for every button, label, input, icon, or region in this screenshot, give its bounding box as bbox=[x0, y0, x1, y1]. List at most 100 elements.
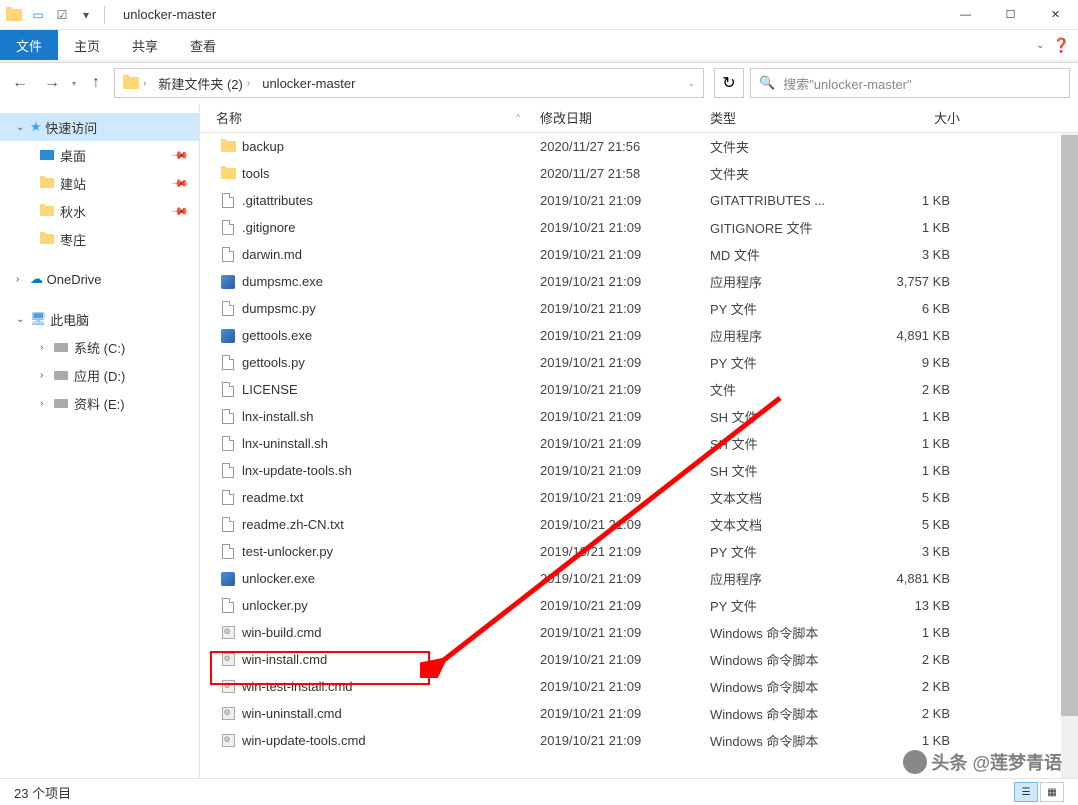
chevron-right-icon[interactable]: › bbox=[16, 274, 28, 285]
file-row[interactable]: LICENSE2019/10/21 21:09文件2 KB bbox=[200, 376, 1078, 403]
cmd-icon bbox=[220, 706, 236, 722]
forward-button[interactable]: → bbox=[40, 71, 64, 95]
folder-icon bbox=[40, 206, 54, 216]
file-row[interactable]: backup2020/11/27 21:56文件夹 bbox=[200, 133, 1078, 160]
qat-checkbox-icon[interactable]: ☑ bbox=[52, 5, 72, 25]
titlebar: ▭ ☑ ▾ unlocker-master — ☐ ✕ bbox=[0, 0, 1078, 30]
tab-view[interactable]: 查看 bbox=[174, 30, 232, 60]
file-type: MD 文件 bbox=[700, 245, 860, 264]
folder-icon bbox=[4, 5, 24, 25]
file-type: SH 文件 bbox=[700, 434, 860, 453]
file-icon bbox=[220, 517, 236, 533]
file-row[interactable]: unlocker.exe2019/10/21 21:09应用程序4,881 KB bbox=[200, 565, 1078, 592]
nav-onedrive[interactable]: › ☁ OneDrive bbox=[0, 265, 199, 293]
file-row[interactable]: win-test-install.cmd2019/10/21 21:09Wind… bbox=[200, 673, 1078, 700]
sort-asc-icon: ^ bbox=[516, 113, 520, 122]
chevron-right-icon[interactable]: › bbox=[40, 370, 52, 381]
nav-qiushui[interactable]: 秋水 📌 bbox=[0, 197, 199, 225]
file-row[interactable]: .gitignore2019/10/21 21:09GITIGNORE 文件1 … bbox=[200, 214, 1078, 241]
nav-jianzhan[interactable]: 建站 📌 bbox=[0, 169, 199, 197]
file-name: .gitignore bbox=[242, 220, 295, 235]
file-row[interactable]: readme.txt2019/10/21 21:09文本文档5 KB bbox=[200, 484, 1078, 511]
view-icons-button[interactable]: ▦ bbox=[1040, 782, 1064, 802]
file-size: 1 KB bbox=[860, 463, 970, 478]
pin-icon: 📌 bbox=[171, 202, 190, 221]
file-date: 2019/10/21 21:09 bbox=[530, 490, 700, 505]
file-date: 2019/10/21 21:09 bbox=[530, 328, 700, 343]
chevron-right-icon[interactable]: › bbox=[40, 398, 52, 409]
ribbon-expand-icon[interactable]: ⌄ bbox=[1036, 40, 1044, 51]
refresh-button[interactable]: ↻ bbox=[714, 68, 744, 98]
address-bar[interactable]: › 新建文件夹 (2)› unlocker-master ⌄ bbox=[114, 68, 704, 98]
file-name: win-update-tools.cmd bbox=[242, 733, 366, 748]
breadcrumb-root-icon[interactable]: › bbox=[119, 77, 154, 89]
minimize-button[interactable]: — bbox=[943, 0, 988, 30]
nav-thispc[interactable]: ⌄ 🖥 此电脑 bbox=[0, 305, 199, 333]
nav-quick-access[interactable]: ⌄ ★ 快速访问 bbox=[0, 113, 199, 141]
nav-drive-d[interactable]: › 应用 (D:) bbox=[0, 361, 199, 389]
file-date: 2020/11/27 21:58 bbox=[530, 166, 700, 181]
file-date: 2019/10/21 21:09 bbox=[530, 571, 700, 586]
col-type[interactable]: 类型 bbox=[700, 108, 860, 127]
col-size[interactable]: 大小 bbox=[860, 108, 970, 127]
drive-icon bbox=[54, 343, 68, 352]
file-icon bbox=[220, 247, 236, 263]
tab-file[interactable]: 文件 bbox=[0, 30, 58, 60]
col-name[interactable]: 名称^ bbox=[200, 108, 530, 127]
tab-share[interactable]: 共享 bbox=[116, 30, 174, 60]
breadcrumb-1[interactable]: unlocker-master bbox=[258, 76, 359, 91]
folder-icon bbox=[220, 139, 236, 155]
tab-home[interactable]: 主页 bbox=[58, 30, 116, 60]
file-row[interactable]: .gitattributes2019/10/21 21:09GITATTRIBU… bbox=[200, 187, 1078, 214]
history-dropdown-icon[interactable]: ▾ bbox=[72, 79, 76, 88]
file-type: GITATTRIBUTES ... bbox=[700, 193, 860, 208]
file-name: dumpsmc.exe bbox=[242, 274, 323, 289]
file-name: lnx-uninstall.sh bbox=[242, 436, 328, 451]
search-input[interactable]: 🔍 搜索"unlocker-master" bbox=[750, 68, 1070, 98]
file-row[interactable]: lnx-install.sh2019/10/21 21:09SH 文件1 KB bbox=[200, 403, 1078, 430]
file-row[interactable]: readme.zh-CN.txt2019/10/21 21:09文本文档5 KB bbox=[200, 511, 1078, 538]
file-row[interactable]: unlocker.py2019/10/21 21:09PY 文件13 KB bbox=[200, 592, 1078, 619]
col-date[interactable]: 修改日期 bbox=[530, 108, 700, 127]
qat-save-icon[interactable]: ▭ bbox=[28, 5, 48, 25]
file-row[interactable]: gettools.exe2019/10/21 21:09应用程序4,891 KB bbox=[200, 322, 1078, 349]
nav-zaozhuang[interactable]: 枣庄 bbox=[0, 225, 199, 253]
chevron-right-icon[interactable]: › bbox=[40, 342, 52, 353]
chevron-down-icon[interactable]: ⌄ bbox=[16, 122, 28, 133]
file-row[interactable]: lnx-uninstall.sh2019/10/21 21:09SH 文件1 K… bbox=[200, 430, 1078, 457]
file-row[interactable]: gettools.py2019/10/21 21:09PY 文件9 KB bbox=[200, 349, 1078, 376]
ribbon-tabs: 文件 主页 共享 查看 ⌄ ❓ bbox=[0, 30, 1078, 60]
file-row[interactable]: test-unlocker.py2019/10/21 21:09PY 文件3 K… bbox=[200, 538, 1078, 565]
back-button[interactable]: ← bbox=[8, 71, 32, 95]
file-icon bbox=[220, 220, 236, 236]
chevron-down-icon[interactable]: ⌄ bbox=[16, 314, 28, 325]
file-row[interactable]: win-install.cmd2019/10/21 21:09Windows 命… bbox=[200, 646, 1078, 673]
view-details-button[interactable]: ☰ bbox=[1014, 782, 1038, 802]
address-dropdown-icon[interactable]: ⌄ bbox=[688, 79, 695, 88]
nav-drive-e[interactable]: › 资料 (E:) bbox=[0, 389, 199, 417]
file-row[interactable]: lnx-update-tools.sh2019/10/21 21:09SH 文件… bbox=[200, 457, 1078, 484]
file-row[interactable]: win-uninstall.cmd2019/10/21 21:09Windows… bbox=[200, 700, 1078, 727]
qat-dropdown-icon[interactable]: ▾ bbox=[76, 5, 96, 25]
help-icon[interactable]: ❓ bbox=[1053, 37, 1070, 54]
file-type: PY 文件 bbox=[700, 596, 860, 615]
file-type: SH 文件 bbox=[700, 461, 860, 480]
file-name: darwin.md bbox=[242, 247, 302, 262]
file-icon bbox=[220, 598, 236, 614]
file-icon bbox=[220, 301, 236, 317]
up-button[interactable]: ↑ bbox=[84, 71, 108, 95]
file-icon bbox=[220, 355, 236, 371]
nav-desktop[interactable]: 桌面 📌 bbox=[0, 141, 199, 169]
breadcrumb-0[interactable]: 新建文件夹 (2)› bbox=[154, 74, 258, 93]
file-row[interactable]: dumpsmc.exe2019/10/21 21:09应用程序3,757 KB bbox=[200, 268, 1078, 295]
maximize-button[interactable]: ☐ bbox=[988, 0, 1033, 30]
scrollbar-vertical[interactable] bbox=[1061, 133, 1078, 778]
file-row[interactable]: darwin.md2019/10/21 21:09MD 文件3 KB bbox=[200, 241, 1078, 268]
file-row[interactable]: tools2020/11/27 21:58文件夹 bbox=[200, 160, 1078, 187]
nav-drive-c[interactable]: › 系统 (C:) bbox=[0, 333, 199, 361]
file-row[interactable]: win-build.cmd2019/10/21 21:09Windows 命令脚… bbox=[200, 619, 1078, 646]
file-row[interactable]: dumpsmc.py2019/10/21 21:09PY 文件6 KB bbox=[200, 295, 1078, 322]
cmd-icon bbox=[220, 733, 236, 749]
scrollbar-thumb[interactable] bbox=[1061, 135, 1078, 716]
close-button[interactable]: ✕ bbox=[1033, 0, 1078, 30]
